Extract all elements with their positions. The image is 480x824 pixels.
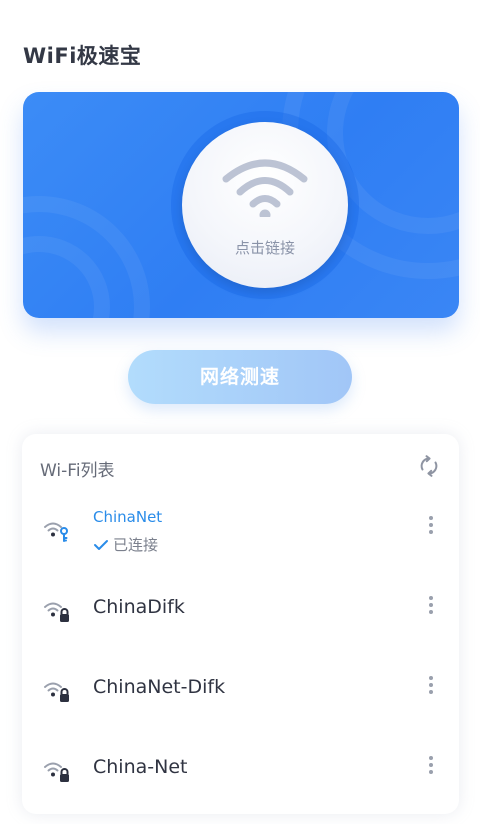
refresh-icon[interactable]	[417, 454, 441, 478]
check-icon	[94, 540, 108, 550]
wifi-ssid: China-Net	[93, 756, 188, 778]
wifi-lock-icon	[44, 602, 69, 622]
wifi-icon	[222, 159, 308, 217]
connection-status: 已连接	[93, 534, 158, 555]
more-icon[interactable]	[427, 756, 435, 778]
wifi-list-card: Wi-Fi列表 ChinaNet 已连接 ChinaDifk ChinaNet-…	[22, 434, 459, 814]
wifi-ssid: ChinaNet	[93, 508, 163, 526]
wifi-ssid: ChinaDifk	[93, 596, 185, 618]
wifi-row[interactable]: China-Net	[22, 744, 459, 824]
more-icon[interactable]	[427, 676, 435, 698]
speed-test-button[interactable]: 网络测速	[128, 350, 352, 404]
wifi-row[interactable]: ChinaDifk	[22, 584, 459, 664]
wifi-lock-icon	[44, 682, 69, 702]
wifi-ssid: ChinaNet-Difk	[93, 676, 226, 698]
more-icon[interactable]	[427, 596, 435, 618]
decor-ring	[23, 196, 150, 318]
connect-label: 点击链接	[234, 239, 295, 257]
hero-card: 点击链接	[23, 92, 459, 318]
wifi-key-icon	[44, 522, 68, 542]
more-icon[interactable]	[427, 516, 435, 538]
app-title: WiFi极速宝	[23, 44, 142, 68]
wifi-row[interactable]: ChinaNet-Difk	[22, 664, 459, 744]
connection-status-text: 已连接	[113, 536, 159, 554]
connect-button[interactable]: 点击链接	[182, 122, 348, 288]
wifi-lock-icon	[44, 762, 69, 782]
wifi-row[interactable]: ChinaNet 已连接	[22, 504, 459, 584]
wifi-list-title: Wi-Fi列表	[40, 461, 115, 481]
